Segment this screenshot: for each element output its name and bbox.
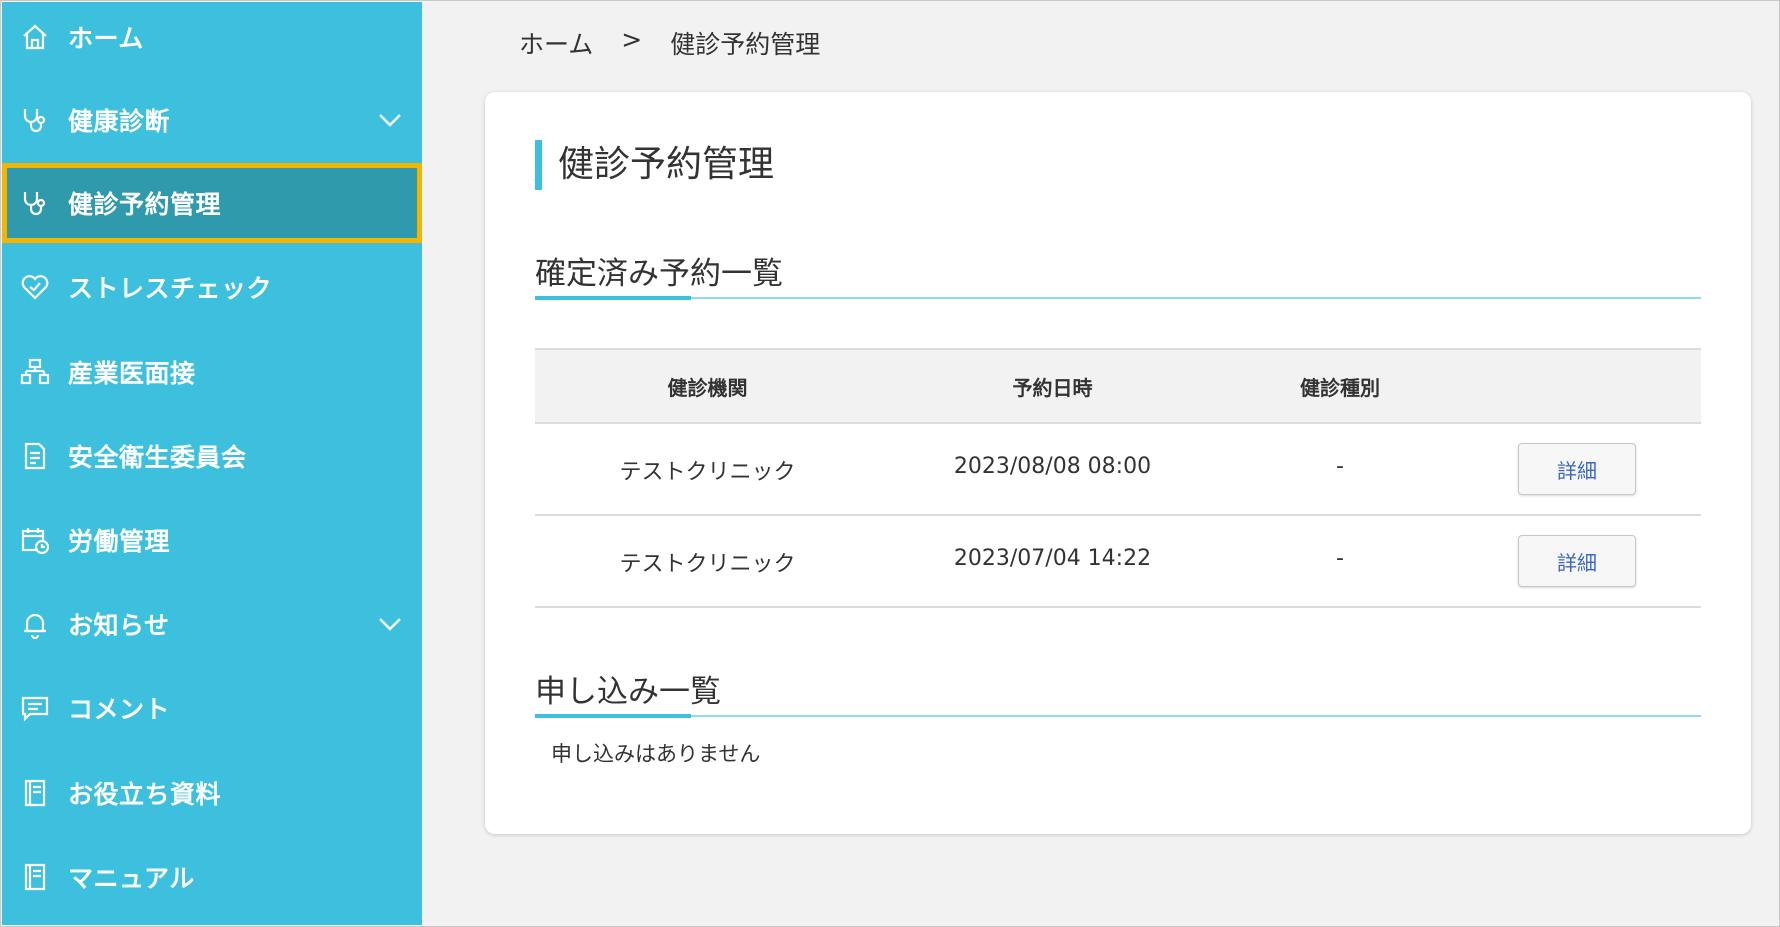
table-row: テストクリニック 2023/08/08 08:00 - 詳細 <box>535 424 1701 516</box>
sidebar-item-label: ホーム <box>68 24 144 53</box>
cell-datetime: 2023/07/04 14:22 <box>953 546 1152 571</box>
stethoscope-icon <box>18 186 52 220</box>
cell-institution: テストクリニック <box>619 460 796 485</box>
table-row: テストクリニック 2023/07/04 14:22 - 詳細 <box>535 516 1701 608</box>
sidebar-item-home[interactable]: ホーム <box>2 0 422 77</box>
comment-icon <box>18 691 52 725</box>
page-title: 健診予約管理 <box>535 140 774 190</box>
sidebar-item-health-checkup[interactable]: 健康診断 <box>2 80 422 160</box>
bell-icon <box>18 607 52 641</box>
book-icon <box>18 776 52 810</box>
section-divider <box>535 296 1701 300</box>
stethoscope-icon <box>18 103 52 137</box>
heart-icon <box>18 270 52 304</box>
column-header-type: 健診種別 <box>1300 376 1380 400</box>
content-card: 健診予約管理 確定済み予約一覧 健診機関 予約日時 健診種別 テストクリニック … <box>485 92 1751 834</box>
breadcrumb: ホーム > 健診予約管理 <box>519 25 820 61</box>
breadcrumb-home-link[interactable]: ホーム <box>519 25 593 61</box>
document-icon <box>18 439 52 473</box>
sidebar-item-label: 安全衛生委員会 <box>68 443 247 472</box>
sidebar-item-label: お役立ち資料 <box>68 780 222 809</box>
sidebar-item-label: 労働管理 <box>68 527 171 556</box>
applications-section-title: 申し込み一覧 <box>535 674 721 710</box>
chevron-down-icon[interactable] <box>376 106 404 134</box>
sidebar-item-label: お知らせ <box>68 611 170 640</box>
column-header-datetime: 予約日時 <box>1012 376 1093 400</box>
sidebar-item-occupational-physician[interactable]: 産業医面接 <box>2 332 422 412</box>
cell-type: - <box>1336 546 1344 571</box>
breadcrumb-separator: > <box>621 25 643 54</box>
org-chart-icon <box>18 355 52 389</box>
sidebar-item-label: マニュアル <box>68 864 195 893</box>
sidebar-item-checkup-reservation[interactable]: 健診予約管理 <box>2 163 422 243</box>
sidebar: ホーム 健康診断 健診予約管理 ストレスチェック 産業医面接 安全衛生委員会 労… <box>2 2 422 925</box>
table-header: 健診機関 予約日時 健診種別 <box>535 348 1701 424</box>
sidebar-item-comments[interactable]: コメント <box>2 668 422 748</box>
sidebar-item-label: ストレスチェック <box>68 274 273 303</box>
chevron-down-icon[interactable] <box>376 610 404 638</box>
book-icon <box>18 860 52 894</box>
confirmed-section-title: 確定済み予約一覧 <box>535 256 783 292</box>
calendar-clock-icon <box>18 523 52 557</box>
details-button[interactable]: 詳細 <box>1518 535 1636 587</box>
sidebar-item-manual[interactable]: マニュアル <box>2 837 422 917</box>
section-divider <box>535 714 1701 718</box>
sidebar-item-label: 健康診断 <box>68 107 171 136</box>
sidebar-item-notifications[interactable]: お知らせ <box>2 584 422 664</box>
sidebar-item-useful-materials[interactable]: お役立ち資料 <box>2 753 422 833</box>
empty-applications-message: 申し込みはありません <box>551 742 761 766</box>
cell-type: - <box>1336 454 1344 479</box>
details-button[interactable]: 詳細 <box>1518 443 1636 495</box>
sidebar-item-label: 産業医面接 <box>68 359 196 388</box>
home-icon <box>18 20 52 54</box>
sidebar-item-stress-check[interactable]: ストレスチェック <box>2 247 422 327</box>
breadcrumb-current: 健診予約管理 <box>670 30 821 59</box>
sidebar-item-label: 健診予約管理 <box>68 190 222 219</box>
sidebar-item-label: コメント <box>68 695 171 724</box>
cell-institution: テストクリニック <box>619 552 796 577</box>
sidebar-item-safety-committee[interactable]: 安全衛生委員会 <box>2 416 422 496</box>
cell-datetime: 2023/08/08 08:00 <box>953 454 1152 479</box>
column-header-institution: 健診機関 <box>667 376 748 400</box>
sidebar-item-labor-management[interactable]: 労働管理 <box>2 500 422 580</box>
reservation-table: 健診機関 予約日時 健診種別 テストクリニック 2023/08/08 08:00… <box>535 348 1701 608</box>
